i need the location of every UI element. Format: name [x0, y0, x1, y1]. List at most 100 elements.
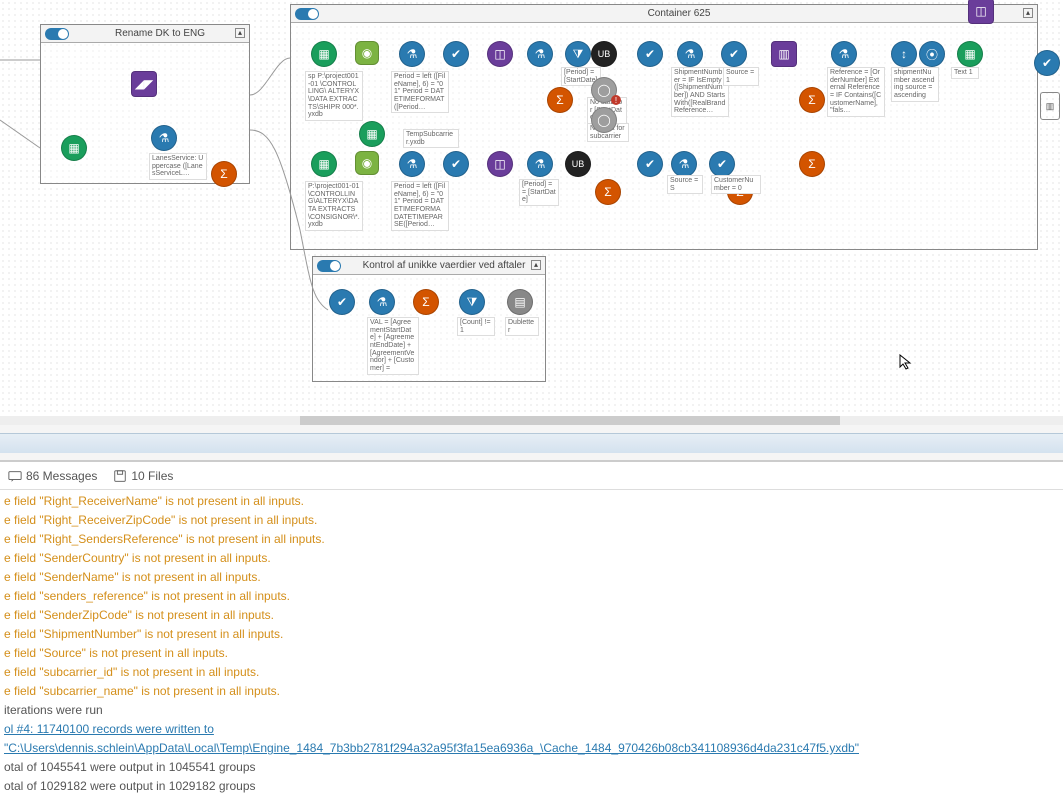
message-line: e field "ShipmentNumber" is not present …: [4, 625, 1059, 644]
input-tool[interactable]: ▦: [311, 41, 337, 67]
message-line: e field "Right_ReceiverZipCode" is not p…: [4, 511, 1059, 530]
annotation: sp P:\project001-01 \CONTROLLING\ ALTERY…: [305, 71, 363, 121]
annotation: Period = left ([FileName], 6) = "01" Per…: [391, 71, 449, 113]
sort-tool[interactable]: ↕: [891, 41, 917, 67]
container-collapse[interactable]: ▴: [235, 28, 245, 38]
container-header[interactable]: Container 625 ▴: [291, 5, 1037, 23]
tool[interactable]: ▥: [1040, 92, 1060, 120]
annotation: Period = left ([FileName], 6) = "01" Per…: [391, 181, 449, 231]
select-tool[interactable]: ✔: [637, 41, 663, 67]
container-625[interactable]: Container 625 ▴ ▦ ◉ ⚗ ✔ ◫ ⚗ ⧩ UB ✔ ⚗ ✔ ▥…: [290, 4, 1038, 250]
formula-tool[interactable]: ⚗: [369, 289, 395, 315]
annotation: ShipmentNumber = IF IsEmpty([ShipmentNum…: [671, 67, 729, 117]
formula-tool[interactable]: ⚗: [831, 41, 857, 67]
message-icon: [8, 469, 22, 483]
select-tool[interactable]: ✔: [1034, 50, 1060, 76]
browse-tool[interactable]: ▦: [359, 121, 385, 147]
message-line: e field "SenderName" is not present in a…: [4, 568, 1059, 587]
select-tool[interactable]: ✔: [329, 289, 355, 315]
annotation: CustomerNumber = 0: [711, 175, 761, 194]
formula-tool[interactable]: ⚗: [677, 41, 703, 67]
union-tool[interactable]: ◫: [487, 151, 513, 177]
select-tool[interactable]: ✔: [637, 151, 663, 177]
annotation: TempSubcarrier.yxdb: [403, 129, 459, 148]
formula-tool[interactable]: ⚗: [399, 151, 425, 177]
message-line: 0 records were joined with 153318 un-joi…: [4, 796, 1059, 800]
formula-tool[interactable]: ⚗: [151, 125, 177, 151]
annotation: P:\project001-01 \CONTROLLING\ALTERYX\DA…: [305, 181, 363, 231]
datetime-tool[interactable]: UB: [591, 41, 617, 67]
message-line: otal of 1045541 were output in 1045541 g…: [4, 758, 1059, 777]
message-line: otal of 1029182 were output in 1029182 g…: [4, 777, 1059, 796]
annotation: VAL = [AgreementStartDate] + [AgreementE…: [367, 317, 419, 375]
filter-tool[interactable]: ⧩: [565, 41, 591, 67]
results-header: 86 Messages 10 Files: [0, 462, 1063, 490]
summarize-tool[interactable]: Σ: [595, 179, 621, 205]
annotation: [Count] != 1: [457, 317, 495, 336]
messages-list[interactable]: e field "Right_ReceiverName" is not pres…: [0, 490, 1063, 800]
container-collapse[interactable]: ▴: [1023, 8, 1033, 18]
container-rename[interactable]: Rename DK to ENG ▴ ◢◤ ▦ ⚗ LanesService: …: [40, 24, 250, 184]
scroll-thumb[interactable]: [300, 416, 840, 425]
select-tool[interactable]: ✔: [709, 151, 735, 177]
container-title: Kontrol af unikke vaerdier ved aftaler: [347, 260, 541, 271]
formula-tool[interactable]: ⚗: [671, 151, 697, 177]
container-toggle[interactable]: [295, 8, 319, 20]
browse-tool[interactable]: ▦: [61, 135, 87, 161]
disk-icon: [113, 469, 127, 483]
message-line[interactable]: ol #4: 11740100 records were written to …: [4, 720, 1059, 758]
container-title: Rename DK to ENG: [75, 28, 245, 39]
message-line: e field "SenderZipCode" is not present i…: [4, 606, 1059, 625]
messages-count: 86 Messages: [26, 469, 97, 483]
select-tool[interactable]: ✔: [721, 41, 747, 67]
dynamic-input-tool[interactable]: ◉: [355, 151, 379, 175]
output-tool[interactable]: ▤: [507, 289, 533, 315]
tool[interactable]: ◫: [968, 0, 994, 24]
union-tool[interactable]: ▥: [771, 41, 797, 67]
annotation: Source = 1: [723, 67, 759, 86]
container-header[interactable]: Rename DK to ENG ▴: [41, 25, 249, 43]
select-tool[interactable]: ✔: [443, 41, 469, 67]
annotation-lanesservice: LanesService: Uppercase ([LanesServiceL…: [149, 153, 207, 180]
container-header[interactable]: Kontrol af unikke vaerdier ved aftaler ▴: [313, 257, 545, 275]
output-tool[interactable]: ▦: [957, 41, 983, 67]
summarize-tool[interactable]: Σ: [547, 87, 573, 113]
container-collapse[interactable]: ▴: [531, 260, 541, 270]
workflow-canvas[interactable]: Rename DK to ENG ▴ ◢◤ ▦ ⚗ LanesService: …: [0, 0, 1063, 425]
annotation: Dubletter: [505, 317, 539, 336]
summarize-tool[interactable]: Σ: [799, 87, 825, 113]
container-title: Container 625: [325, 8, 1033, 19]
message-line: e field "Source" is not present in all i…: [4, 644, 1059, 663]
summarize-tool[interactable]: Σ: [799, 151, 825, 177]
find-replace-tool[interactable]: ◢◤: [131, 71, 157, 97]
messages-tab[interactable]: 86 Messages: [8, 469, 97, 483]
union-tool[interactable]: ◫: [487, 41, 513, 67]
files-count: 10 Files: [131, 469, 173, 483]
formula-tool[interactable]: ⚗: [527, 41, 553, 67]
container-tool[interactable]: ◯: [591, 107, 617, 133]
unique-tool[interactable]: ⦿: [919, 41, 945, 67]
formula-tool[interactable]: ⚗: [399, 41, 425, 67]
files-tab[interactable]: 10 Files: [113, 469, 173, 483]
summarize-tool[interactable]: Σ: [211, 161, 237, 187]
message-line: iterations were run: [4, 701, 1059, 720]
input-tool[interactable]: ▦: [311, 151, 337, 177]
annotation: shipmentNumber ascending source = ascend…: [891, 67, 939, 102]
panel-separator[interactable]: [0, 433, 1063, 453]
formula-tool[interactable]: ⚗: [527, 151, 553, 177]
dynamic-input-tool[interactable]: ◉: [355, 41, 379, 65]
container-toggle[interactable]: [45, 28, 69, 40]
message-line: e field "Right_SendersReference" is not …: [4, 530, 1059, 549]
results-panel: 86 Messages 10 Files e field "Right_Rece…: [0, 460, 1063, 800]
annotation: Reference = [OrderNumber] External Refer…: [827, 67, 885, 117]
summarize-tool[interactable]: Σ: [413, 289, 439, 315]
datetime-tool[interactable]: UB: [565, 151, 591, 177]
select-tool[interactable]: ✔: [443, 151, 469, 177]
message-line: e field "SenderCountry" is not present i…: [4, 549, 1059, 568]
error-badge: !: [611, 95, 621, 105]
container-toggle[interactable]: [317, 260, 341, 272]
filter-tool[interactable]: ⧩: [459, 289, 485, 315]
message-line: e field "subcarrier_name" is not present…: [4, 682, 1059, 701]
container-control[interactable]: Kontrol af unikke vaerdier ved aftaler ▴…: [312, 256, 546, 382]
horizontal-scrollbar[interactable]: [0, 416, 1063, 425]
